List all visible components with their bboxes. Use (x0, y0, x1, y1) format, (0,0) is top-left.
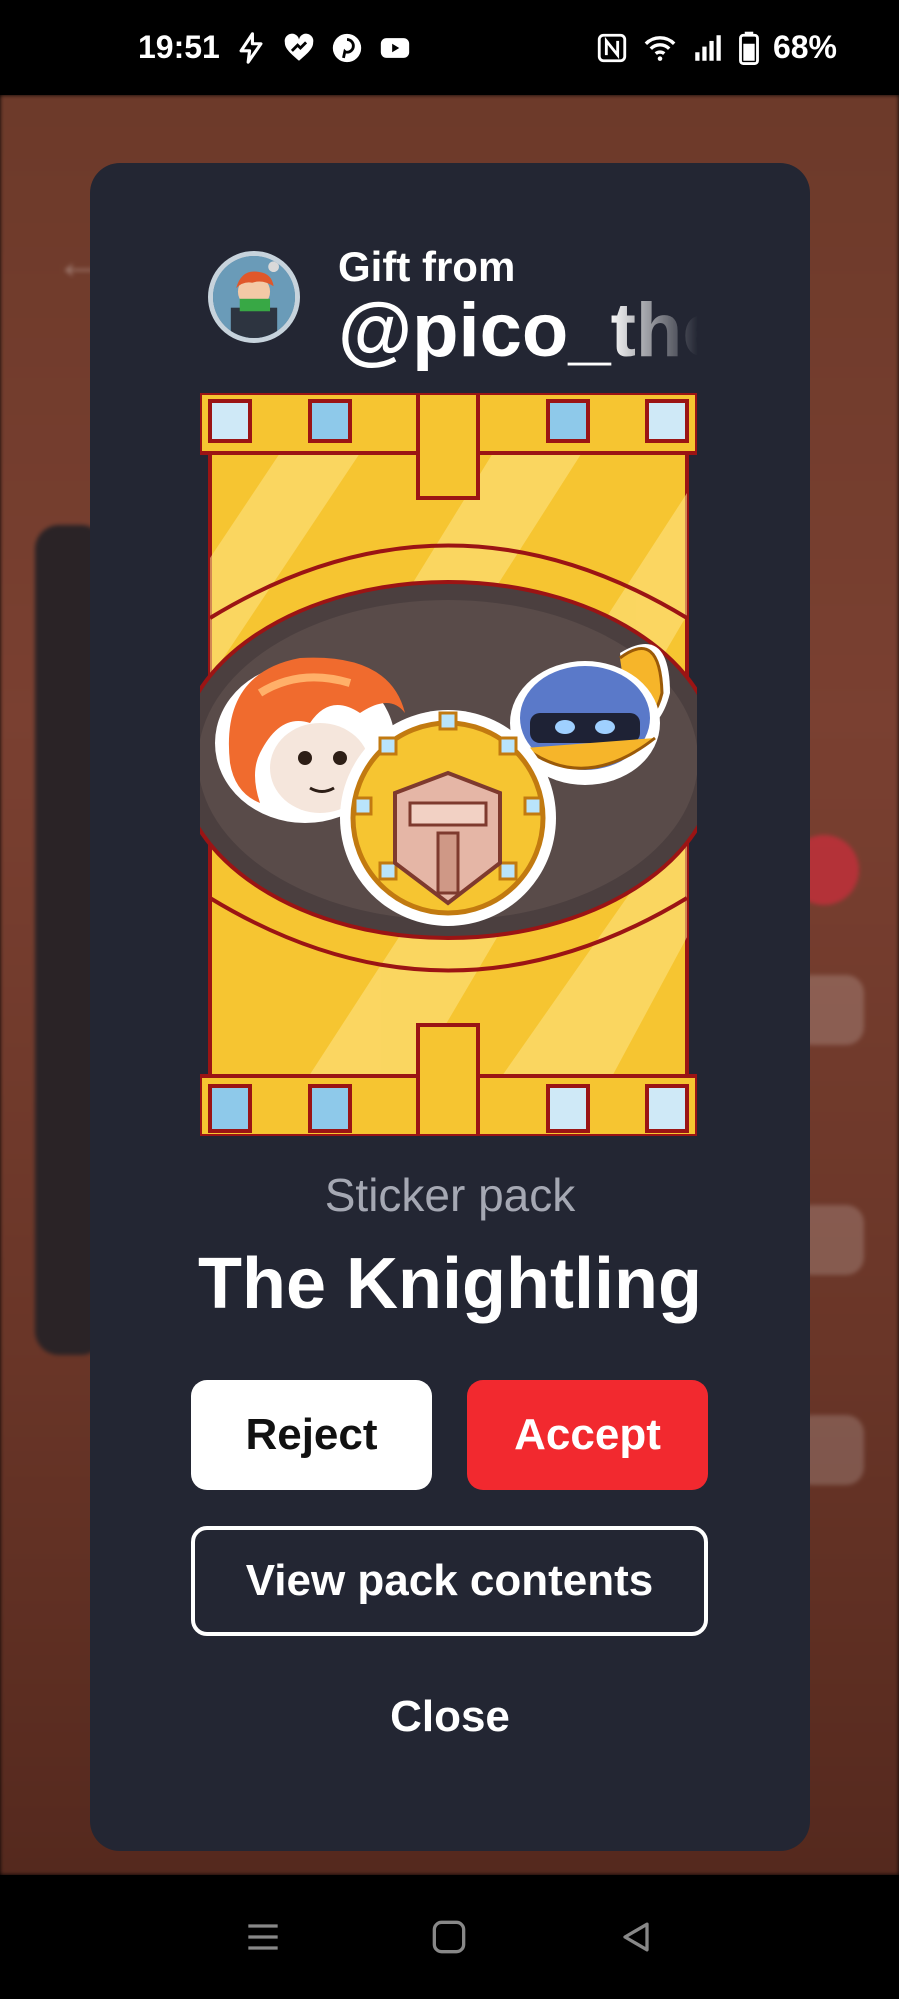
status-time: 19:51 (138, 29, 220, 65)
status-bar: 19:51 68% (0, 0, 899, 95)
accept-button[interactable]: Accept (467, 1380, 708, 1490)
flash-icon (234, 31, 268, 65)
heart-app-icon (282, 31, 316, 65)
wifi-icon (643, 31, 677, 65)
close-button[interactable]: Close (300, 1672, 600, 1762)
sender-info: Gift from @pico_the (208, 243, 698, 371)
gift-dialog: Gift from @pico_the Sticker pack The Kni… (90, 163, 810, 1851)
battery-icon (739, 31, 759, 65)
home-icon[interactable] (427, 1915, 471, 1959)
sticker-pack-cover (200, 393, 697, 1136)
navigation-bar (0, 1875, 899, 1999)
youtube-icon (378, 31, 412, 65)
pack-type-label: Sticker pack (324, 1169, 576, 1221)
recents-icon[interactable] (241, 1915, 285, 1959)
battery-percentage: 68% (772, 29, 837, 65)
sender-avatar[interactable] (208, 251, 300, 343)
reject-button[interactable]: Reject (191, 1380, 432, 1490)
pack-title: The Knightling (198, 1244, 702, 1324)
back-icon[interactable] (614, 1915, 658, 1959)
screen: ← 19:51 68% Gift from @pico_the Sticker … (0, 0, 899, 1999)
pinterest-icon (330, 31, 364, 65)
nfc-icon (595, 31, 629, 65)
sender-name[interactable]: @pico_the (338, 291, 698, 371)
signal-icon (691, 31, 725, 65)
view-pack-contents-button[interactable]: View pack contents (191, 1526, 708, 1636)
gift-from-label: Gift from (338, 243, 516, 290)
